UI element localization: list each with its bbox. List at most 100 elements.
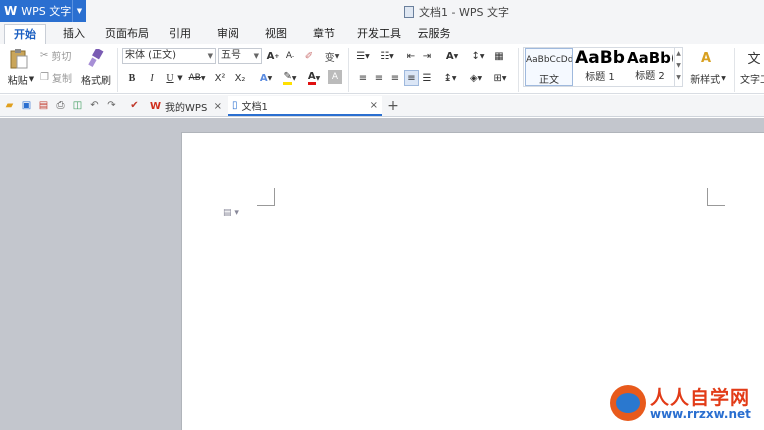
watermark-logo-icon xyxy=(610,385,646,421)
tab-page-layout[interactable]: 页面布局 xyxy=(102,24,152,44)
char-shading-icon[interactable]: A xyxy=(328,70,342,84)
fill-color-icon[interactable]: ◈ ▼ xyxy=(466,71,486,85)
highlight-icon[interactable]: ✎ ▼ xyxy=(280,70,300,86)
char-scale-icon[interactable]: A ▼ xyxy=(440,49,464,63)
close-icon[interactable]: × xyxy=(214,101,222,112)
margin-mark-top-right xyxy=(707,188,725,206)
close-icon[interactable]: × xyxy=(370,100,378,111)
ribbon-divider xyxy=(518,48,519,92)
style-preview: AaBbCcDd xyxy=(526,55,572,65)
wps-logo-icon: W xyxy=(150,100,162,112)
tab-start[interactable]: 开始 xyxy=(4,24,46,44)
doc-tab-my-wps[interactable]: W 我的WPS × xyxy=(146,96,226,116)
copy-label: 复制 xyxy=(51,73,72,85)
ribbon-divider xyxy=(348,48,349,92)
style-preview: AaBb xyxy=(575,48,625,68)
style-heading-2[interactable]: AaBb( 标题 2 xyxy=(627,48,673,86)
phonetic-guide-icon[interactable]: 变 ▼ xyxy=(322,48,342,64)
document-icon: ▯ xyxy=(232,99,238,111)
chevron-down-icon[interactable]: ▼ xyxy=(176,70,184,86)
underline-button[interactable]: U xyxy=(164,70,176,86)
italic-button[interactable]: I xyxy=(146,70,158,86)
increase-indent-icon[interactable]: ⇥ xyxy=(420,49,434,63)
distribute-icon[interactable]: ☰ xyxy=(420,71,434,85)
paste-button[interactable]: 粘贴 ▼ xyxy=(6,72,36,87)
doc-tab-label: 文档1 xyxy=(241,101,268,113)
style-label: 标题 1 xyxy=(585,72,615,83)
paste-label: 粘贴 xyxy=(7,75,28,87)
align-center-icon[interactable]: ≡ xyxy=(372,71,386,85)
bold-button[interactable]: B xyxy=(126,70,138,86)
format-painter-button[interactable]: 格式刷 xyxy=(80,72,112,87)
grow-font-icon[interactable]: A + xyxy=(266,48,280,64)
text-tool-button[interactable]: 文字工 xyxy=(740,71,764,86)
cut-button[interactable]: ✂ 剪切 xyxy=(40,48,76,63)
tab-review[interactable]: 审阅 xyxy=(210,24,246,44)
print-icon[interactable]: ⎙ xyxy=(54,99,67,112)
window-title-text: 文档1 - WPS 文字 xyxy=(419,6,509,19)
customize-toolbar-icon[interactable]: ✔ xyxy=(128,99,141,112)
menu-tabs: 开始 插入 页面布局 引用 审阅 视图 章节 开发工具 云服务 xyxy=(0,22,764,44)
new-style-label: 新样式 xyxy=(690,74,721,86)
copy-button[interactable]: ❐ 复制 xyxy=(40,70,76,85)
style-label: 正文 xyxy=(539,75,559,86)
style-normal[interactable]: AaBbCcDd 正文 xyxy=(525,48,573,86)
ribbon-divider xyxy=(734,48,735,92)
watermark-url: www.rrzxw.net xyxy=(650,407,751,421)
print-preview-icon[interactable]: ◫ xyxy=(71,99,84,112)
undo-icon[interactable]: ↶ xyxy=(88,99,101,112)
table-grid-icon[interactable]: ▦ xyxy=(492,49,506,63)
tab-cloud[interactable]: 云服务 xyxy=(412,24,456,44)
numbered-list-icon[interactable]: ☷ ▼ xyxy=(378,49,396,63)
font-size-select[interactable]: 五号 ▼ xyxy=(218,48,262,64)
align-right-icon[interactable]: ≡ xyxy=(388,71,402,85)
tab-section[interactable]: 章节 xyxy=(306,24,342,44)
redo-icon[interactable]: ↷ xyxy=(105,99,118,112)
sort-icon[interactable]: ↕ ▼ xyxy=(468,49,488,63)
text-effect-icon[interactable]: A ▼ xyxy=(256,70,276,86)
style-preview: AaBb( xyxy=(627,49,673,67)
title-bar: W WPS 文字 ▼ 文档1 - WPS 文字 xyxy=(0,0,764,22)
strikethrough-icon[interactable]: AB ▼ xyxy=(186,70,208,86)
decrease-indent-icon[interactable]: ⇤ xyxy=(404,49,418,63)
pdf-export-icon[interactable]: ▤ xyxy=(37,99,50,112)
clear-format-icon[interactable]: ✐ xyxy=(302,48,316,64)
style-scroll[interactable]: ▲ ▼ ▼ xyxy=(674,48,682,86)
brush-icon[interactable] xyxy=(86,48,106,68)
shrink-font-icon[interactable]: A- xyxy=(283,48,297,64)
doc-tab-document1[interactable]: ▯ 文档1 × xyxy=(228,96,382,116)
quick-access-bar: ▰ ▣ ▤ ⎙ ◫ ↶ ↷ ✔ W 我的WPS × ▯ 文档1 × + xyxy=(0,95,764,117)
style-gallery: AaBbCcDd 正文 AaBb 标题 1 AaBb( 标题 2 ▲ ▼ ▼ xyxy=(523,47,683,87)
format-painter-label: 格式刷 xyxy=(81,75,111,87)
font-color-button[interactable]: A ▼ xyxy=(304,70,324,86)
watermark-brand: 人人自学网 xyxy=(650,387,751,409)
doc-tab-label: 我的WPS xyxy=(165,102,208,114)
app-menu-label: WPS 文字 xyxy=(21,5,72,18)
paste-icon[interactable] xyxy=(8,48,30,70)
superscript-button[interactable]: X² xyxy=(212,70,228,86)
chevron-down-icon: ▼ xyxy=(253,52,259,60)
border-icon[interactable]: ⊞ ▼ xyxy=(490,71,510,85)
align-justify-icon[interactable]: ≡ xyxy=(404,70,419,86)
new-style-icon[interactable]: A xyxy=(696,49,716,67)
scissors-icon: ✂ xyxy=(40,49,49,61)
new-style-button[interactable]: 新样式 ▼ xyxy=(686,71,730,86)
app-menu-button[interactable]: W WPS 文字 ▼ xyxy=(0,0,86,22)
save-icon[interactable]: ▣ xyxy=(20,99,33,112)
paragraph-layout-icon[interactable]: ▤ ▾ xyxy=(223,208,239,218)
tab-developer[interactable]: 开发工具 xyxy=(352,24,406,44)
wps-logo-icon: W xyxy=(4,4,18,18)
tab-insert[interactable]: 插入 xyxy=(56,24,92,44)
line-spacing-icon[interactable]: ↨ ▼ xyxy=(440,71,460,85)
tab-view[interactable]: 视图 xyxy=(258,24,294,44)
bullet-list-icon[interactable]: ☰ ▼ xyxy=(354,49,372,63)
style-heading-1[interactable]: AaBb 标题 1 xyxy=(575,48,625,86)
font-name-select[interactable]: 宋体 (正文) ▼ xyxy=(122,48,216,64)
subscript-button[interactable]: X₂ xyxy=(232,70,248,86)
chevron-down-icon[interactable]: ▼ xyxy=(72,0,86,22)
align-left-icon[interactable]: ≡ xyxy=(356,71,370,85)
tab-references[interactable]: 引用 xyxy=(162,24,198,44)
open-folder-icon[interactable]: ▰ xyxy=(3,99,16,112)
new-tab-button[interactable]: + xyxy=(386,97,400,115)
text-tool-icon[interactable]: 文 xyxy=(744,48,764,67)
